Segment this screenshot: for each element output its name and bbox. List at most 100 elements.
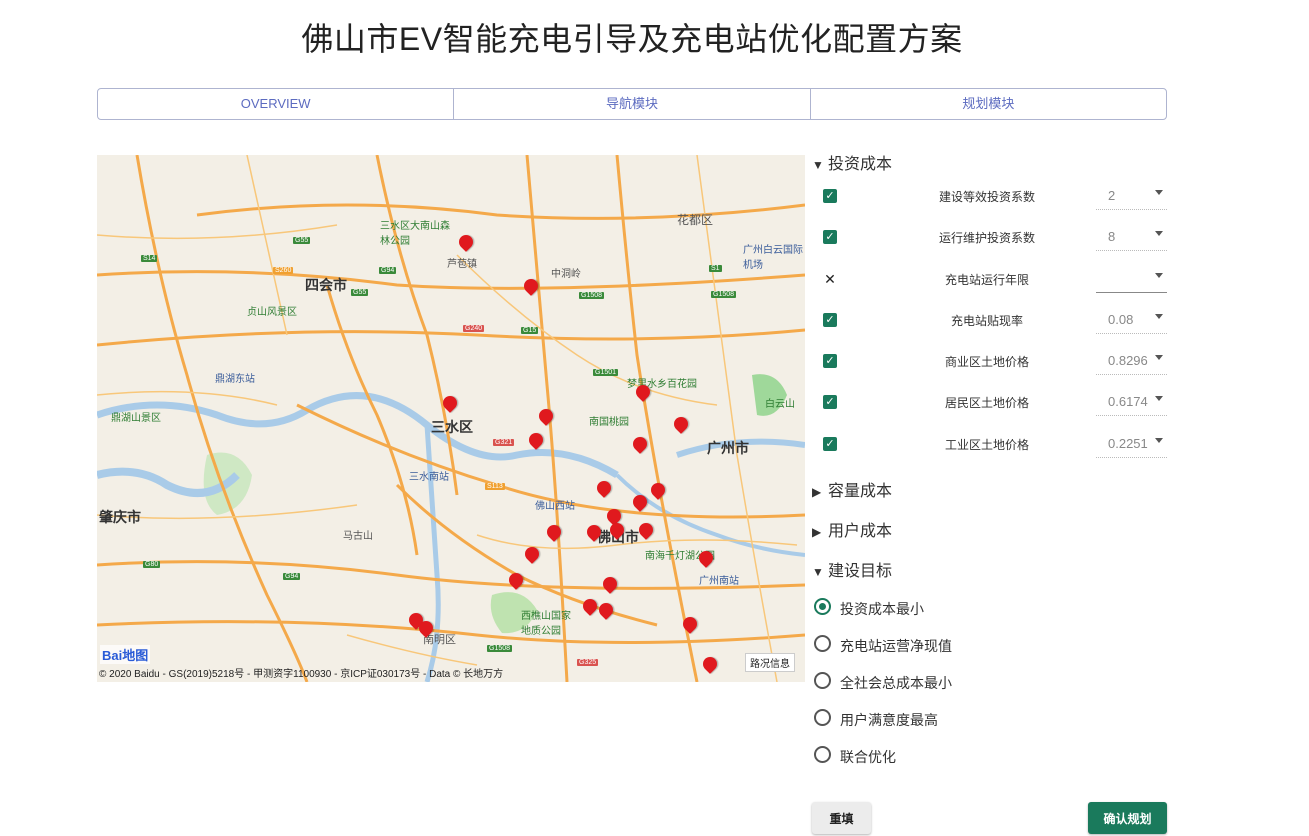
road-sign: G55 [351, 289, 369, 296]
select-build-coef[interactable]: 2 [1096, 184, 1167, 210]
radio-button[interactable] [814, 672, 831, 690]
expanded-caret-icon: ▼ [812, 158, 824, 172]
section-capacity-cost[interactable]: ▶ 容量成本 [812, 479, 1172, 505]
station-marker[interactable] [539, 409, 553, 429]
road-sign: S1 [709, 265, 722, 272]
chevron-down-icon [1155, 313, 1163, 319]
station-marker[interactable] [524, 279, 538, 299]
station-marker[interactable] [610, 523, 624, 543]
radio-button[interactable] [814, 746, 831, 764]
param-label: 建设等效投资系数 [938, 190, 1035, 204]
select-maint-coef[interactable]: 8 [1096, 225, 1167, 252]
section-invest-cost[interactable]: ▼ 投资成本 [812, 152, 1172, 178]
section-invest-label: 投资成本 [828, 156, 893, 173]
chevron-down-icon [1155, 231, 1163, 237]
goal-option-social-cost[interactable]: 全社会总成本最小 [812, 665, 1172, 702]
traffic-info-button[interactable]: 路况信息 [745, 653, 795, 672]
map-label-dinghu-east: 鼎湖东站 [215, 374, 255, 385]
map-canvas[interactable]: 四会市 肇庆市 三水区 广州市 佛山市 花都区 南海千灯湖公园 佛山西站 三水南… [97, 155, 805, 682]
checkbox-residential-land[interactable]: ✓ [823, 395, 837, 410]
radio-label: 投资成本最小 [840, 601, 924, 618]
station-marker[interactable] [419, 621, 433, 641]
goal-option-joint[interactable]: 联合优化 [812, 739, 1172, 776]
station-marker[interactable] [509, 573, 523, 593]
station-marker[interactable] [459, 235, 473, 255]
radio-button[interactable] [814, 635, 831, 653]
select-value: 8 [1108, 229, 1116, 245]
station-marker[interactable] [547, 525, 561, 545]
param-label: 运行维护投资系数 [938, 231, 1035, 246]
station-marker[interactable] [583, 599, 597, 619]
checkbox-discount[interactable]: ✓ [823, 312, 837, 327]
page-title: 佛山市EV智能充电引导及充电站优化配置方案 [301, 21, 963, 57]
station-marker[interactable] [633, 495, 647, 515]
station-marker[interactable] [529, 433, 543, 453]
tab-planning[interactable]: 规划模块 [811, 89, 1166, 119]
station-marker[interactable] [633, 437, 647, 457]
chevron-down-icon [1155, 437, 1163, 443]
station-marker[interactable] [636, 385, 650, 405]
station-marker[interactable] [599, 603, 613, 623]
select-discount[interactable]: 0.08 [1096, 308, 1167, 334]
station-marker[interactable] [683, 617, 697, 637]
station-marker[interactable] [674, 417, 688, 437]
goal-option-min-invest[interactable]: 投资成本最小 [812, 591, 1172, 628]
checkbox-commercial-land[interactable]: ✓ [823, 354, 837, 369]
station-marker[interactable] [525, 547, 539, 567]
map-label-baiyunshan: 白云山 [765, 399, 795, 410]
map-label-zhaoqing: 肇庆市 [99, 509, 141, 525]
config-panel: ▼ 投资成本 ✓ 建设等效投资系数 2 ✓ 运行维护投资系数 8 ✕ 充电站运行年… [812, 152, 1172, 777]
select-industrial-land[interactable]: 0.2251 [1096, 432, 1167, 458]
station-marker[interactable] [443, 396, 457, 416]
goal-option-user-satisfaction[interactable]: 用户满意度最高 [812, 702, 1172, 739]
section-build-goal[interactable]: ▼ 建设目标 [812, 559, 1172, 585]
map-label-magushan: 马古山 [343, 531, 373, 542]
select-years[interactable] [1096, 267, 1167, 293]
select-value: 0.2251 [1108, 435, 1148, 451]
road-sign: G80 [143, 561, 161, 568]
select-residential-land[interactable]: 0.6174 [1096, 390, 1167, 417]
goal-option-npv[interactable]: 充电站运营净现值 [812, 628, 1172, 665]
select-commercial-land[interactable]: 0.8296 [1096, 349, 1167, 376]
map-label-dinghushan: 鼎湖山景区 [111, 413, 161, 424]
checkbox-industrial-land[interactable]: ✓ [823, 436, 837, 451]
map-label-xiqiao: 西樵山国家地质公园 [521, 611, 571, 637]
station-marker[interactable] [651, 483, 665, 503]
station-marker[interactable] [703, 657, 717, 677]
param-label: 充电站贴现率 [950, 313, 1023, 328]
param-label: 居民区土地价格 [944, 396, 1029, 411]
collapsed-caret-icon: ▶ [812, 485, 822, 500]
param-label: 充电站运行年限 [944, 272, 1029, 287]
station-marker[interactable] [597, 481, 611, 501]
map-label-huadu: 花都区 [677, 213, 714, 227]
section-user-cost[interactable]: ▶ 用户成本 [812, 519, 1172, 545]
checkbox-maint-coef[interactable]: ✓ [823, 230, 837, 245]
tab-bar: OVERVIEW 导航模块 规划模块 [97, 88, 1167, 120]
map-label-sanshui-south: 三水南站 [409, 472, 449, 483]
station-marker[interactable] [699, 551, 713, 571]
baidu-logo: Bai地图 [100, 645, 151, 664]
map-label-guangzhou-south: 广州南站 [699, 576, 739, 587]
chevron-down-icon [1155, 190, 1163, 195]
tab-navigation[interactable]: 导航模块 [454, 89, 811, 119]
station-marker[interactable] [639, 523, 653, 543]
radio-button[interactable] [814, 709, 831, 727]
road-sign: G1501 [593, 369, 619, 376]
road-sign: S14 [141, 255, 158, 262]
collapsed-caret-icon: ▶ [812, 525, 822, 540]
road-sign: S260 [273, 267, 294, 274]
map-label-guangzhou: 广州市 [707, 440, 749, 456]
checkbox-build-coef[interactable]: ✓ [823, 189, 837, 203]
tab-overview[interactable]: OVERVIEW [98, 89, 455, 119]
road-sign: S113 [485, 483, 505, 490]
radio-button[interactable] [814, 598, 831, 616]
station-marker[interactable] [603, 577, 617, 597]
reset-button[interactable]: 重填 [812, 802, 871, 834]
road-sign: G321 [493, 439, 515, 446]
station-marker[interactable] [587, 525, 601, 545]
param-row-residential-land: ✓ 居民区土地价格 0.6174 [812, 384, 1172, 425]
confirm-plan-button[interactable]: 确认规划 [1088, 802, 1167, 834]
param-row-industrial-land: ✓ 工业区土地价格 0.2251 [812, 426, 1172, 467]
param-row-years: ✕ 充电站运行年限 [812, 261, 1172, 302]
checkbox-years[interactable]: ✕ [823, 272, 837, 286]
